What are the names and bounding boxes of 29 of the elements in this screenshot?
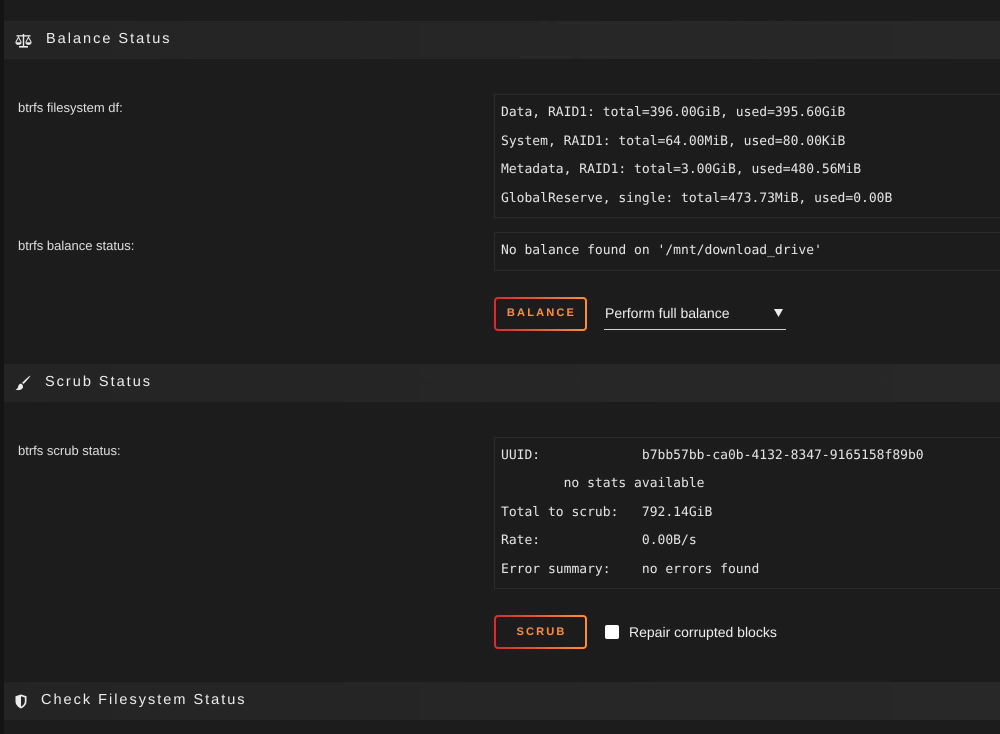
output-value: no errors found [642, 560, 760, 578]
balance-mode-select[interactable]: Perform full balance [604, 298, 786, 330]
caret-icon [774, 309, 783, 317]
balance-button[interactable]: BALANCE [494, 296, 587, 330]
output-line: no stats available [564, 475, 704, 493]
output-line: Data, RAID1: total=396.00GiB, used=395.60GiB [501, 104, 846, 122]
output-key: Error summary: [501, 556, 642, 584]
output-line: Metadata, RAID1: total=3.00GiB, used=480.56MiB [501, 161, 862, 179]
output-line: System, RAID1: total=64.00MiB, used=80.00KiB [501, 132, 846, 150]
shield-icon [15, 694, 27, 708]
output-key: Rate: [501, 527, 642, 556]
output-value: b7bb57bb-ca0b-4132-8347-9165158f89b0 [642, 446, 924, 464]
output-key: UUID: [501, 442, 642, 470]
output-value: 0.00B/s [642, 532, 697, 550]
repair-checkbox[interactable] [605, 625, 619, 639]
output-line: GlobalReserve, single: total=473.73MiB, used=0.00B [501, 190, 892, 208]
section-title: Scrub Status [45, 372, 152, 392]
checkbox-label[interactable]: Repair corrupted blocks [629, 622, 777, 642]
output-line: No balance found on '/mnt/download_drive' [501, 242, 822, 260]
output-value: 792.14GiB [642, 504, 712, 522]
field-label: btrfs scrub status: [17, 442, 122, 460]
section-title: Balance Status [46, 30, 172, 50]
field-label: btrfs balance status: [17, 237, 136, 255]
scrub-button[interactable]: SCRUB [494, 615, 587, 649]
field-label: btrfs filesystem df: [17, 99, 124, 117]
output-key: Total to scrub: [501, 498, 642, 527]
brush-icon [15, 374, 31, 390]
section-title: Check Filesystem Status [41, 691, 247, 710]
scales-icon [15, 32, 32, 48]
